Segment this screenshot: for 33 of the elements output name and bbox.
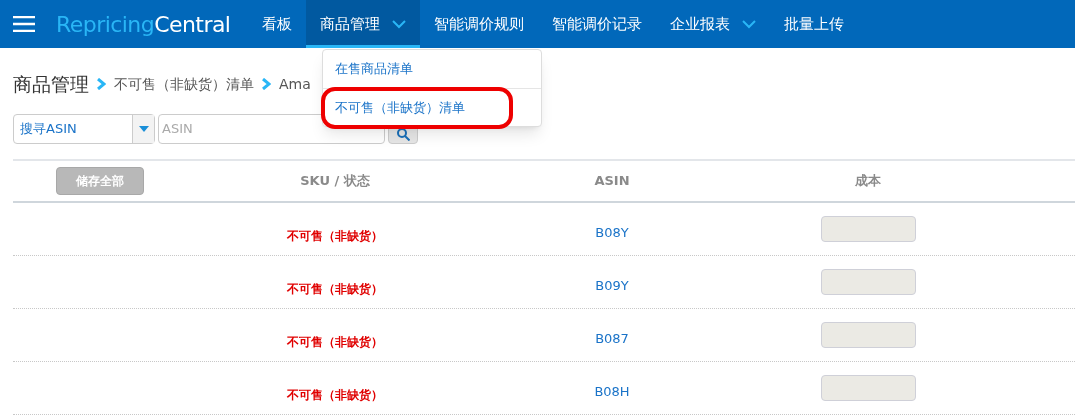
nav-tab[interactable]: 智能调价记录 (538, 0, 657, 48)
caret-down-icon (138, 125, 149, 132)
asin-link[interactable]: B09Y (595, 275, 629, 308)
search-field[interactable]: ASIN (158, 113, 385, 144)
column-header: 成本 (855, 171, 881, 190)
chevron-right-icon (97, 78, 106, 91)
nav-tab[interactable]: 批量上传 (770, 0, 859, 48)
cost-input[interactable] (820, 268, 916, 295)
status-text: 不可售（非缺货） (287, 333, 383, 351)
breadcrumb-item: 商品管理 (13, 72, 89, 97)
chevron-right-icon (262, 78, 271, 91)
status-text: 不可售（非缺货） (287, 386, 383, 404)
column-header: SKU / 状态 (300, 171, 370, 190)
asin-link[interactable]: B08Y (595, 222, 629, 255)
app-logo[interactable]: RepricingCentral (56, 7, 231, 41)
search-icon (396, 127, 410, 141)
breadcrumb-item[interactable]: Ama (279, 73, 311, 95)
nav-tab[interactable]: 智能调价规则 (420, 0, 539, 48)
asin-link[interactable]: B08H (594, 381, 630, 414)
menu-icon[interactable] (13, 16, 35, 32)
nav-tab[interactable]: 看板 (248, 0, 307, 48)
nav-tab[interactable]: 商品管理 (306, 0, 421, 48)
status-text: 不可售（非缺货） (287, 280, 383, 298)
dropdown-item[interactable]: 在售商品清单 (335, 59, 413, 79)
asin-link[interactable]: B087 (595, 328, 629, 361)
cost-input[interactable] (820, 215, 916, 242)
cost-input[interactable] (820, 321, 916, 348)
column-header: ASIN (594, 171, 630, 190)
cost-input[interactable] (820, 374, 916, 401)
breadcrumb-item[interactable]: 不可售（非缺货）清单 (114, 73, 254, 95)
nav-tab[interactable]: 企业报表 (656, 0, 771, 48)
status-text: 不可售（非缺货） (287, 227, 383, 245)
search-type-select[interactable]: 搜寻ASIN (13, 113, 155, 144)
